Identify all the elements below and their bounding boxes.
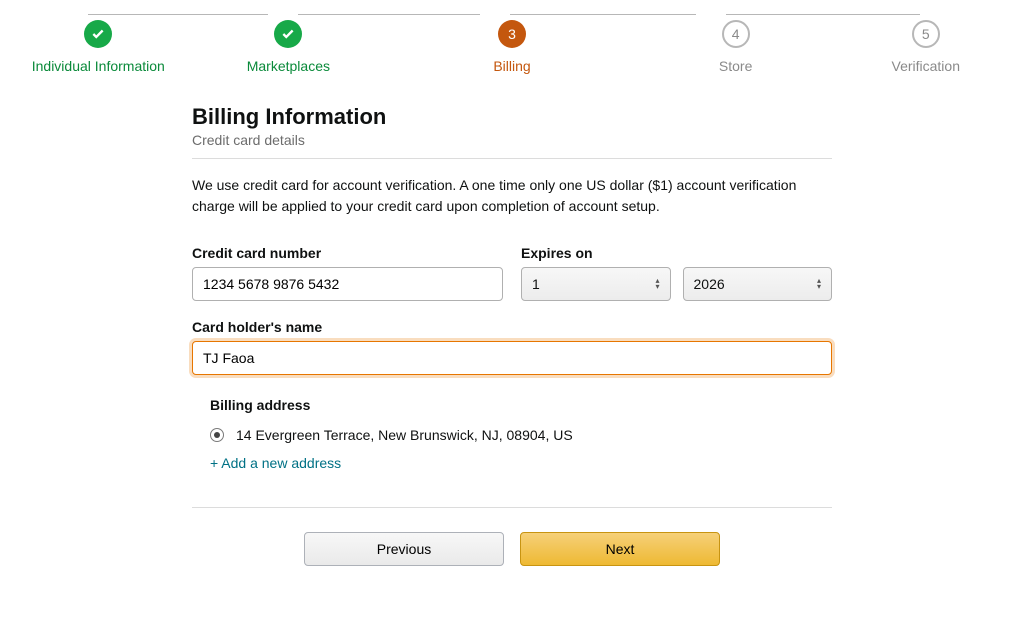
step-label: Individual Information bbox=[32, 58, 165, 74]
check-icon bbox=[274, 20, 302, 48]
chevron-updown-icon: ▴▾ bbox=[655, 278, 659, 290]
step-line bbox=[88, 14, 268, 15]
radio-icon[interactable] bbox=[210, 428, 224, 442]
credit-card-input[interactable] bbox=[192, 267, 503, 301]
progress-stepper: Individual Information Marketplaces 3 Bi… bbox=[0, 0, 1024, 74]
page-subtitle: Credit card details bbox=[192, 132, 832, 148]
step-verification: 5 Verification bbox=[847, 20, 1004, 74]
add-new-address-link[interactable]: + Add a new address bbox=[210, 455, 832, 471]
expires-label: Expires on bbox=[521, 245, 832, 261]
expiry-month-select[interactable]: 1 ▴▾ bbox=[521, 267, 671, 301]
step-number-icon: 5 bbox=[912, 20, 940, 48]
previous-button[interactable]: Previous bbox=[304, 532, 504, 566]
chevron-updown-icon: ▴▾ bbox=[817, 278, 821, 290]
page-title: Billing Information bbox=[192, 104, 832, 130]
step-label: Store bbox=[719, 58, 752, 74]
step-number-icon: 4 bbox=[722, 20, 750, 48]
billing-address-heading: Billing address bbox=[210, 397, 832, 413]
billing-address-block: Billing address 14 Evergreen Terrace, Ne… bbox=[192, 397, 832, 471]
step-store: 4 Store bbox=[624, 20, 848, 74]
nav-buttons: Previous Next bbox=[192, 507, 832, 566]
billing-card: Billing Information Credit card details … bbox=[192, 104, 832, 566]
step-individual-information: Individual Information bbox=[20, 20, 177, 74]
divider bbox=[192, 158, 832, 159]
step-label: Verification bbox=[892, 58, 960, 74]
cc-label: Credit card number bbox=[192, 245, 503, 261]
step-number-icon: 3 bbox=[498, 20, 526, 48]
holder-label: Card holder's name bbox=[192, 319, 832, 335]
intro-text: We use credit card for account verificat… bbox=[192, 175, 832, 217]
step-label: Marketplaces bbox=[247, 58, 330, 74]
step-line bbox=[510, 14, 696, 15]
step-line bbox=[298, 14, 480, 15]
step-marketplaces: Marketplaces bbox=[177, 20, 401, 74]
check-icon bbox=[84, 20, 112, 48]
step-line bbox=[726, 14, 920, 15]
billing-address-option[interactable]: 14 Evergreen Terrace, New Brunswick, NJ,… bbox=[210, 427, 832, 443]
address-text: 14 Evergreen Terrace, New Brunswick, NJ,… bbox=[236, 427, 573, 443]
step-label: Billing bbox=[493, 58, 530, 74]
card-holder-input[interactable] bbox=[192, 341, 832, 375]
next-button[interactable]: Next bbox=[520, 532, 720, 566]
step-billing: 3 Billing bbox=[400, 20, 624, 74]
expiry-year-select[interactable]: 2026 ▴▾ bbox=[683, 267, 833, 301]
